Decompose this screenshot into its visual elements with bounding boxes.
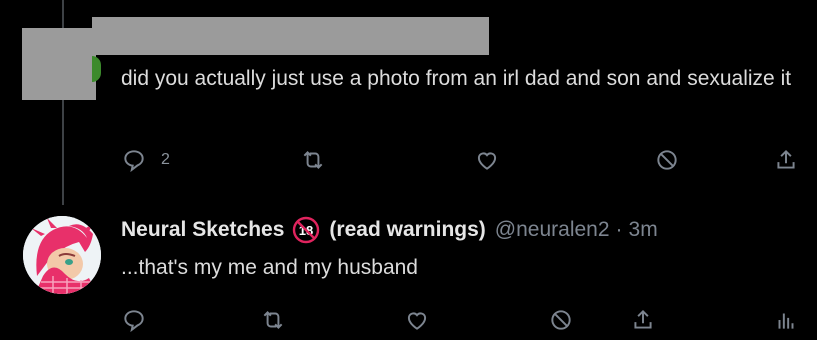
block-icon: [657, 150, 677, 170]
like-button[interactable]: [404, 303, 430, 337]
redacted-username-block: [92, 17, 489, 55]
timestamp[interactable]: 3m: [629, 218, 658, 242]
block-button[interactable]: [654, 143, 680, 177]
block-icon: [551, 310, 571, 330]
reply-count: 2: [161, 151, 170, 168]
separator: ·: [615, 218, 623, 241]
share-button[interactable]: [630, 303, 656, 337]
display-name-suffix: (read warnings): [329, 218, 486, 241]
share-icon: [634, 309, 652, 329]
retweet-icon: [263, 311, 283, 329]
user-handle[interactable]: @neuralen2: [495, 218, 610, 242]
response-tweet-text: ...that's my me and my husband: [121, 256, 418, 279]
like-icon: [477, 152, 497, 170]
block-button[interactable]: [548, 303, 574, 337]
redacted-avatar-block: [22, 28, 96, 100]
avatar-edge: [92, 56, 101, 82]
reply-button[interactable]: [121, 303, 147, 337]
avatar[interactable]: [23, 216, 101, 294]
reply-icon: [124, 310, 144, 333]
retweet-button[interactable]: [300, 143, 326, 177]
share-button[interactable]: [773, 143, 799, 177]
no-under-18-icon: 18: [292, 216, 320, 244]
analytics-button[interactable]: [773, 303, 799, 337]
like-icon: [407, 312, 427, 330]
display-name[interactable]: Neural Sketches: [121, 218, 284, 242]
response-tweet-actions: [0, 303, 817, 337]
retweet-button[interactable]: [260, 303, 286, 337]
analytics-icon: [778, 313, 794, 329]
reply-tweet-text: did you actually just use a photo from a…: [121, 67, 792, 90]
reply-icon: [124, 150, 144, 173]
retweet-icon: [303, 151, 323, 169]
like-button[interactable]: [474, 143, 500, 177]
reply-button[interactable]: 2: [121, 143, 170, 177]
share-icon: [777, 149, 795, 169]
tweet-header: Neural Sketches 18 (read warnings) @neur…: [121, 214, 658, 246]
reply-tweet-actions: 2: [0, 143, 817, 177]
